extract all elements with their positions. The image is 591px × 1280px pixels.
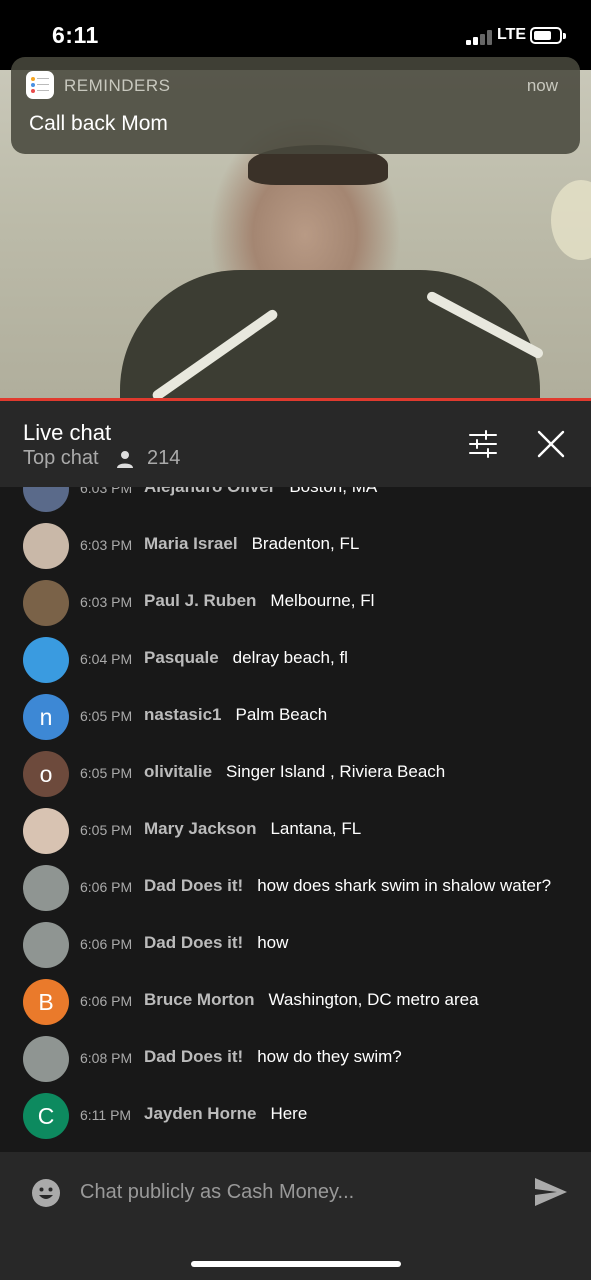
chat-header: Live chat Top chat 214 [0,401,591,487]
chat-title: Live chat [23,420,112,445]
chat-message[interactable]: 6:03 PM Alejandro Oliver Boston, MA [0,487,591,518]
viewer-count: 214 [147,447,181,469]
message-line: Jayden Horne Here [144,1104,307,1124]
signal-icon [466,29,493,45]
avatar[interactable]: C [23,1093,69,1139]
chat-message[interactable]: 6:08 PM Dad Does it! how do they swim? [0,1031,591,1088]
message-time: 6:03 PM [80,537,133,553]
network-label: LTE [497,26,527,43]
message-author[interactable]: Jayden Horne [144,1104,256,1123]
message-time: 6:06 PM [80,993,133,1009]
chat-message[interactable]: C 6:11 PM Jayden Horne Here [0,1088,591,1145]
avatar[interactable]: o [23,751,69,797]
message-text: Melbourne, Fl [270,591,375,610]
avatar[interactable] [23,865,69,911]
message-time: 6:04 PM [80,651,133,667]
message-line: Paul J. Ruben Melbourne, Fl [144,591,374,611]
avatar[interactable] [23,808,69,854]
avatar[interactable] [23,580,69,626]
message-author[interactable]: Paul J. Ruben [144,591,256,610]
message-time: 6:03 PM [80,487,133,496]
message-author[interactable]: nastasic1 [144,705,222,724]
chat-message[interactable]: 6:05 PM Mary Jackson Lantana, FL [0,803,591,860]
message-line: Bruce Morton Washington, DC metro area [144,990,479,1010]
reminder-notification[interactable]: REMINDERS now Call back Mom [11,57,580,154]
message-time: 6:03 PM [80,594,133,610]
avatar[interactable]: B [23,979,69,1025]
message-text: Washington, DC metro area [268,990,479,1009]
chat-message[interactable]: 6:04 PM Pasquale delray beach, fl [0,632,591,689]
chat-message[interactable]: 6:06 PM Dad Does it! how [0,917,591,974]
message-time: 6:05 PM [80,822,133,838]
avatar[interactable] [23,922,69,968]
message-line: Pasquale delray beach, fl [144,648,348,668]
message-time: 6:05 PM [80,708,133,724]
person-icon [117,451,133,468]
message-line: Dad Does it! how do they swim? [144,1047,402,1067]
message-text: Singer Island , Riviera Beach [226,762,446,781]
message-author[interactable]: Pasquale [144,648,219,667]
chat-message[interactable]: B 6:06 PM Bruce Morton Washington, DC metro… [0,974,591,1031]
message-author[interactable]: Maria Israel [144,534,238,553]
message-text: Lantana, FL [270,819,362,838]
message-author[interactable]: Mary Jackson [144,819,256,838]
message-author[interactable]: Dad Does it! [144,1047,243,1066]
notification-message: Call back Mom [29,112,168,135]
message-author[interactable]: Dad Does it! [144,933,243,952]
status-time: 6:11 [52,22,99,48]
avatar[interactable]: n [23,694,69,740]
message-time: 6:05 PM [80,765,133,781]
avatar[interactable] [23,487,69,512]
chat-message[interactable]: 6:03 PM Paul J. Ruben Melbourne, Fl [0,575,591,632]
message-time: 6:06 PM [80,879,133,895]
avatar[interactable] [23,523,69,569]
message-time: 6:08 PM [80,1050,133,1066]
emoji-icon[interactable] [31,1178,61,1208]
home-indicator[interactable] [191,1261,401,1267]
message-author[interactable]: Bruce Morton [144,990,255,1009]
chat-message[interactable]: o 6:05 PM olivitalie Singer Island , Rivier… [0,746,591,803]
message-time: 6:11 PM [80,1107,132,1123]
send-icon[interactable] [534,1177,568,1207]
avatar[interactable] [23,1036,69,1082]
notification-time: now [526,76,558,95]
message-line: nastasic1 Palm Beach [144,705,327,725]
message-line: olivitalie Singer Island , Riviera Beach [144,762,445,782]
message-text: Palm Beach [235,705,328,724]
message-line: Maria Israel Bradenton, FL [144,534,359,554]
message-text: how does shark swim in shalow water? [257,876,552,895]
filter-icon[interactable] [468,430,498,458]
message-author[interactable]: Dad Does it! [144,876,243,895]
message-text: Bradenton, FL [251,534,360,553]
chat-message[interactable]: 6:03 PM Maria Israel Bradenton, FL [0,518,591,575]
chat-message[interactable]: n 6:05 PM nastasic1 Palm Beach [0,689,591,746]
message-author[interactable]: olivitalie [144,762,212,781]
message-text: Boston, MA [289,487,377,496]
message-text: how do they swim? [257,1047,402,1066]
message-text: how [257,933,289,952]
reminders-app-icon [26,71,54,99]
chat-message[interactable]: 6:06 PM Dad Does it! how does shark swim i… [0,860,591,917]
message-line: Alejandro Oliver Boston, MA [144,487,377,497]
message-line: Dad Does it! how [144,933,288,953]
message-text: delray beach, fl [232,648,348,667]
message-author[interactable]: Alejandro Oliver [144,487,275,496]
message-line: Mary Jackson Lantana, FL [144,819,361,839]
battery-icon [530,27,566,44]
message-line: Dad Does it! how does shark swim in shalo… [144,876,551,896]
message-time: 6:06 PM [80,936,133,952]
notification-app-name: REMINDERS [64,76,171,95]
avatar[interactable] [23,637,69,683]
chat-message-list[interactable]: 6:03 PMAlejandro OliverBoston, MA6:03 PM… [0,487,591,1152]
close-icon[interactable] [537,430,565,458]
chat-input[interactable] [80,1174,500,1210]
chat-mode-selector[interactable]: Top chat [23,447,99,470]
message-text: Here [270,1104,308,1123]
